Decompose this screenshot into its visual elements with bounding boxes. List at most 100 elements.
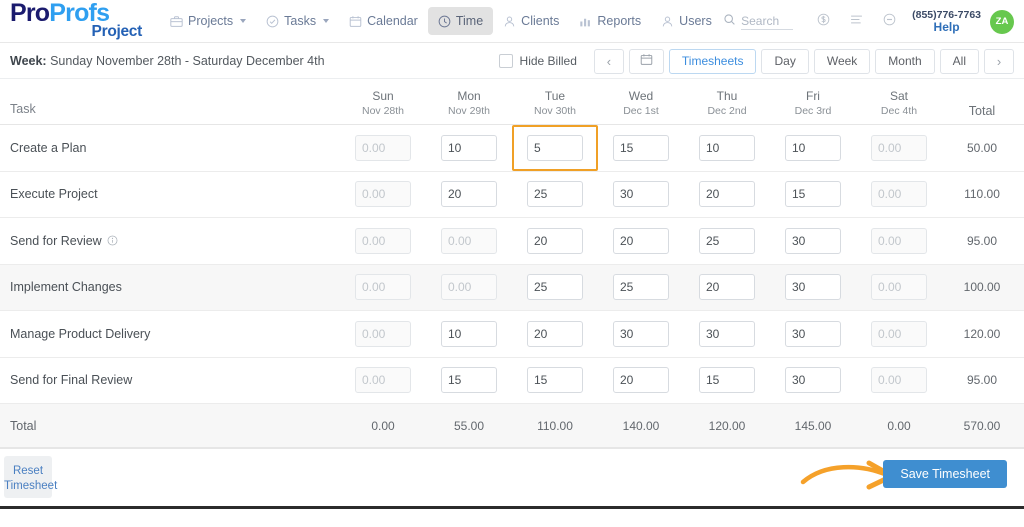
hide-billed-checkbox[interactable]: [498, 54, 513, 68]
time-entry-input[interactable]: [699, 181, 755, 208]
time-entry-input[interactable]: [527, 134, 583, 161]
time-entry-cell[interactable]: [426, 171, 512, 218]
time-entry-cell[interactable]: [512, 218, 598, 265]
time-entry-input[interactable]: [699, 320, 755, 347]
app-logo[interactable]: ProProfs Project: [0, 0, 146, 40]
reset-timesheet-button[interactable]: Reset Timesheet: [4, 456, 57, 498]
time-entry-cell[interactable]: [426, 264, 512, 311]
time-entry-input[interactable]: [355, 227, 411, 254]
nav-item-time[interactable]: Time: [427, 7, 494, 35]
time-entry-input[interactable]: [355, 134, 411, 161]
time-entry-input[interactable]: [355, 274, 411, 301]
time-entry-cell[interactable]: [340, 264, 426, 311]
time-entry-cell[interactable]: [340, 125, 426, 172]
time-entry-input[interactable]: [441, 134, 497, 161]
time-entry-cell[interactable]: [340, 357, 426, 404]
time-entry-cell[interactable]: [684, 125, 770, 172]
time-entry-cell[interactable]: [856, 125, 942, 172]
time-entry-cell[interactable]: [340, 311, 426, 358]
time-entry-cell[interactable]: [598, 171, 684, 218]
nav-item-tasks[interactable]: Tasks: [256, 7, 339, 35]
prev-week-button[interactable]: ‹: [593, 48, 624, 74]
time-entry-cell[interactable]: [426, 218, 512, 265]
time-entry-input[interactable]: [785, 134, 841, 161]
time-entry-cell[interactable]: [512, 264, 598, 311]
time-entry-input[interactable]: [613, 227, 669, 254]
time-entry-input[interactable]: [613, 181, 669, 208]
help-link[interactable]: Help: [912, 20, 981, 35]
view-tab-month[interactable]: Month: [875, 48, 935, 74]
time-entry-input[interactable]: [785, 367, 841, 394]
time-entry-input[interactable]: [441, 181, 497, 208]
view-tab-timesheets[interactable]: Timesheets: [668, 48, 757, 74]
time-entry-input[interactable]: [871, 320, 927, 347]
time-entry-input[interactable]: [527, 274, 583, 301]
time-entry-input[interactable]: [613, 367, 669, 394]
dollar-circle-icon[interactable]: [816, 12, 831, 32]
time-entry-cell[interactable]: [512, 171, 598, 218]
time-entry-cell[interactable]: [684, 357, 770, 404]
time-entry-cell[interactable]: [426, 357, 512, 404]
time-entry-cell[interactable]: [598, 357, 684, 404]
nav-item-projects[interactable]: Projects: [160, 7, 256, 35]
time-entry-cell[interactable]: [598, 125, 684, 172]
minus-circle-icon[interactable]: [882, 12, 897, 32]
time-entry-cell[interactable]: [512, 357, 598, 404]
nav-item-clients[interactable]: Clients: [493, 7, 569, 35]
time-entry-input[interactable]: [785, 181, 841, 208]
time-entry-cell[interactable]: [340, 218, 426, 265]
time-entry-cell[interactable]: [598, 264, 684, 311]
date-picker-button[interactable]: [628, 48, 664, 74]
time-entry-cell[interactable]: [856, 171, 942, 218]
time-entry-cell[interactable]: [770, 171, 856, 218]
time-entry-cell[interactable]: [512, 124, 598, 171]
time-entry-cell[interactable]: [598, 218, 684, 265]
time-entry-cell[interactable]: [770, 264, 856, 311]
hide-billed-toggle[interactable]: Hide Billed: [498, 54, 577, 68]
time-entry-input[interactable]: [785, 320, 841, 347]
time-entry-input[interactable]: [785, 227, 841, 254]
time-entry-cell[interactable]: [770, 218, 856, 265]
view-tab-week[interactable]: Week: [813, 48, 871, 74]
time-entry-input[interactable]: [527, 367, 583, 394]
time-entry-cell[interactable]: [770, 311, 856, 358]
view-tab-all[interactable]: All: [939, 48, 979, 74]
time-entry-input[interactable]: [699, 367, 755, 394]
time-entry-input[interactable]: [527, 181, 583, 208]
time-entry-cell[interactable]: [426, 311, 512, 358]
time-entry-input[interactable]: [871, 134, 927, 161]
nav-item-calendar[interactable]: Calendar: [339, 7, 428, 35]
time-entry-input[interactable]: [441, 320, 497, 347]
time-entry-cell[interactable]: [340, 171, 426, 218]
time-entry-input[interactable]: [871, 274, 927, 301]
save-timesheet-button[interactable]: Save Timesheet: [883, 460, 1007, 488]
time-entry-cell[interactable]: [684, 218, 770, 265]
time-entry-input[interactable]: [699, 134, 755, 161]
time-entry-input[interactable]: [527, 227, 583, 254]
time-entry-cell[interactable]: [856, 357, 942, 404]
time-entry-input[interactable]: [355, 320, 411, 347]
time-entry-input[interactable]: [871, 227, 927, 254]
time-entry-input[interactable]: [527, 320, 583, 347]
search-container[interactable]: Search: [723, 13, 794, 31]
time-entry-cell[interactable]: [684, 264, 770, 311]
time-entry-cell[interactable]: [598, 311, 684, 358]
time-entry-input[interactable]: [613, 274, 669, 301]
time-entry-input[interactable]: [699, 227, 755, 254]
time-entry-cell[interactable]: [856, 311, 942, 358]
time-entry-input[interactable]: [355, 367, 411, 394]
time-entry-input[interactable]: [441, 274, 497, 301]
time-entry-cell[interactable]: [512, 311, 598, 358]
time-entry-cell[interactable]: [684, 171, 770, 218]
avatar[interactable]: ZA: [990, 9, 1014, 34]
time-entry-cell[interactable]: [856, 218, 942, 265]
time-entry-cell[interactable]: [770, 357, 856, 404]
time-entry-input[interactable]: [699, 274, 755, 301]
time-entry-cell[interactable]: [770, 125, 856, 172]
time-entry-cell[interactable]: [684, 311, 770, 358]
list-lines-icon[interactable]: [849, 12, 864, 32]
search-input[interactable]: Search: [741, 14, 794, 30]
time-entry-cell[interactable]: [426, 125, 512, 172]
view-tab-day[interactable]: Day: [761, 48, 809, 74]
time-entry-input[interactable]: [871, 181, 927, 208]
